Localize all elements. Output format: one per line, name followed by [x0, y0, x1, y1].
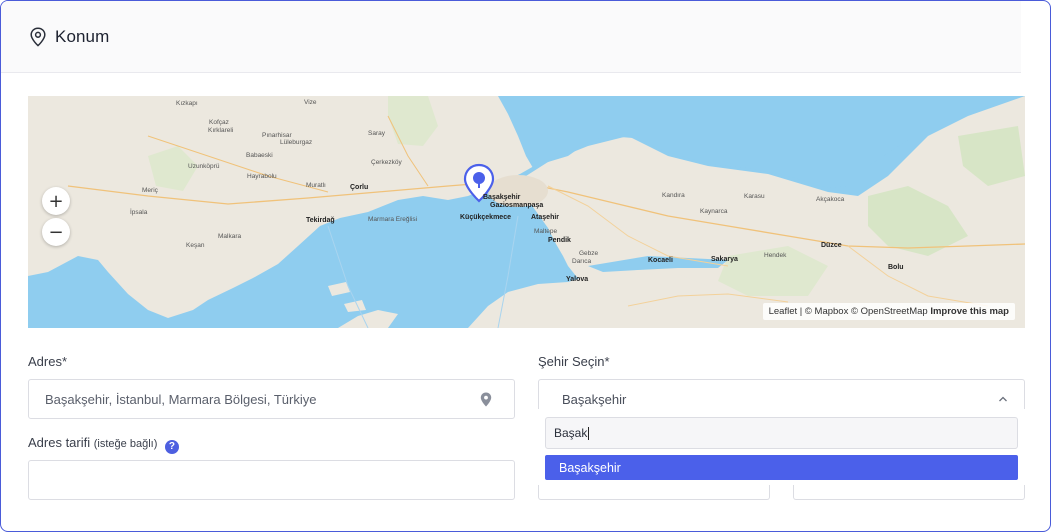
map-place-label: Kofçaz	[209, 119, 229, 126]
map-place-label: Düzce	[821, 242, 842, 249]
card-header: Konum	[1, 1, 1021, 73]
help-icon[interactable]: ?	[164, 439, 179, 454]
address-desc-field[interactable]	[28, 460, 515, 500]
address-label: Adres*	[28, 354, 67, 369]
optional-hint: (isteğe bağlı)	[93, 438, 158, 450]
city-label-text: Şehir Seçin	[538, 354, 605, 369]
map-place-label: Bolu	[888, 264, 904, 271]
map-place-label: Kızkapı	[176, 100, 198, 107]
city-label: Şehir Seçin*	[538, 354, 610, 369]
map-place-label: Babaeski	[246, 152, 273, 159]
address-field[interactable]: Başakşehir, İstanbul, Marmara Bölgesi, T…	[28, 379, 515, 419]
city-search-input[interactable]: Başak	[545, 417, 1018, 449]
map-place-label: Pınarhisar	[262, 132, 292, 139]
map-place-label: Kırklareli	[208, 127, 234, 134]
map-place-label: Yalova	[566, 276, 589, 283]
map-place-label: Kandıra	[662, 192, 685, 199]
map-place-label: İpsala	[130, 209, 148, 216]
required-mark: *	[604, 354, 610, 369]
location-card: Konum Başakşehir Gaziosmanpaşa Küçükçekm…	[0, 0, 1051, 532]
map-place-label: Hendek	[764, 252, 787, 259]
map-place-label: Marmara Ereğlisi	[368, 216, 418, 223]
city-option[interactable]: Başakşehir	[545, 455, 1018, 480]
map-place-label: Meriç	[142, 187, 158, 194]
page-title: Konum	[55, 26, 110, 46]
zoom-in-button[interactable]: +	[42, 187, 70, 215]
improve-map-link[interactable]: Improve this map	[930, 306, 1009, 317]
location-pin-icon[interactable]	[480, 392, 492, 407]
map-place-label: Gaziosmanpaşa	[490, 202, 544, 209]
osm-credit[interactable]: © OpenStreetMap	[851, 306, 928, 317]
hidden-field	[538, 485, 770, 500]
map-place-label: Hayrabolu	[247, 173, 277, 180]
city-search-value: Başak	[554, 426, 588, 440]
map-place-label: Maltepe	[534, 228, 558, 235]
hidden-field	[793, 485, 1025, 500]
map-place-label: Çerkezköy	[371, 159, 402, 166]
mapbox-credit[interactable]: © Mapbox	[805, 306, 848, 317]
map-place-label: Malkara	[218, 233, 242, 240]
map-place-label: Çorlu	[350, 184, 369, 191]
map-place-label: Kocaeli	[648, 257, 673, 264]
text-caret	[588, 426, 590, 440]
address-label-text: Adres	[28, 354, 62, 369]
leaflet-link[interactable]: Leaflet	[769, 306, 798, 317]
address-desc-label: Adres tarifi (isteğe bağlı) ?	[28, 435, 179, 454]
location-map[interactable]: Başakşehir Gaziosmanpaşa Küçükçekmece At…	[28, 96, 1025, 328]
map-attribution: Leaflet | © Mapbox © OpenStreetMap Impro…	[762, 303, 1015, 320]
address-desc-label-text: Adres tarifi	[28, 435, 91, 450]
map-place-label: Akçakoca	[816, 196, 845, 203]
map-place-label: Uzunköprü	[188, 163, 220, 170]
map-place-label: Lüleburgaz	[280, 139, 313, 146]
map-place-label: Darıca	[572, 258, 592, 265]
city-option-label: Başakşehir	[559, 460, 621, 475]
map-place-label: Başakşehir	[483, 194, 521, 201]
map-place-label: Küçükçekmece	[460, 214, 511, 221]
required-mark: *	[61, 354, 68, 369]
map-tiles[interactable]	[28, 96, 1025, 328]
map-place-label: Kaynarca	[700, 208, 728, 215]
address-value: Başakşehir, İstanbul, Marmara Bölgesi, T…	[45, 391, 317, 407]
city-selected-value: Başakşehir	[562, 391, 627, 407]
location-pin-icon	[30, 26, 46, 47]
map-place-label: Karasu	[744, 193, 765, 200]
map-place-label: Keşan	[186, 242, 205, 249]
map-place-label: Pendik	[548, 237, 571, 244]
map-place-label: Vize	[304, 99, 317, 106]
map-place-label: Muratlı	[306, 182, 326, 189]
map-place-label: Saray	[368, 130, 385, 137]
map-place-label: Gebze	[579, 250, 599, 257]
chevron-up-icon[interactable]	[998, 394, 1008, 404]
map-place-label: Tekirdağ	[306, 217, 335, 224]
map-place-label: Ataşehir	[531, 214, 560, 221]
map-place-label: Sakarya	[711, 256, 738, 263]
zoom-out-button[interactable]: −	[42, 218, 70, 246]
